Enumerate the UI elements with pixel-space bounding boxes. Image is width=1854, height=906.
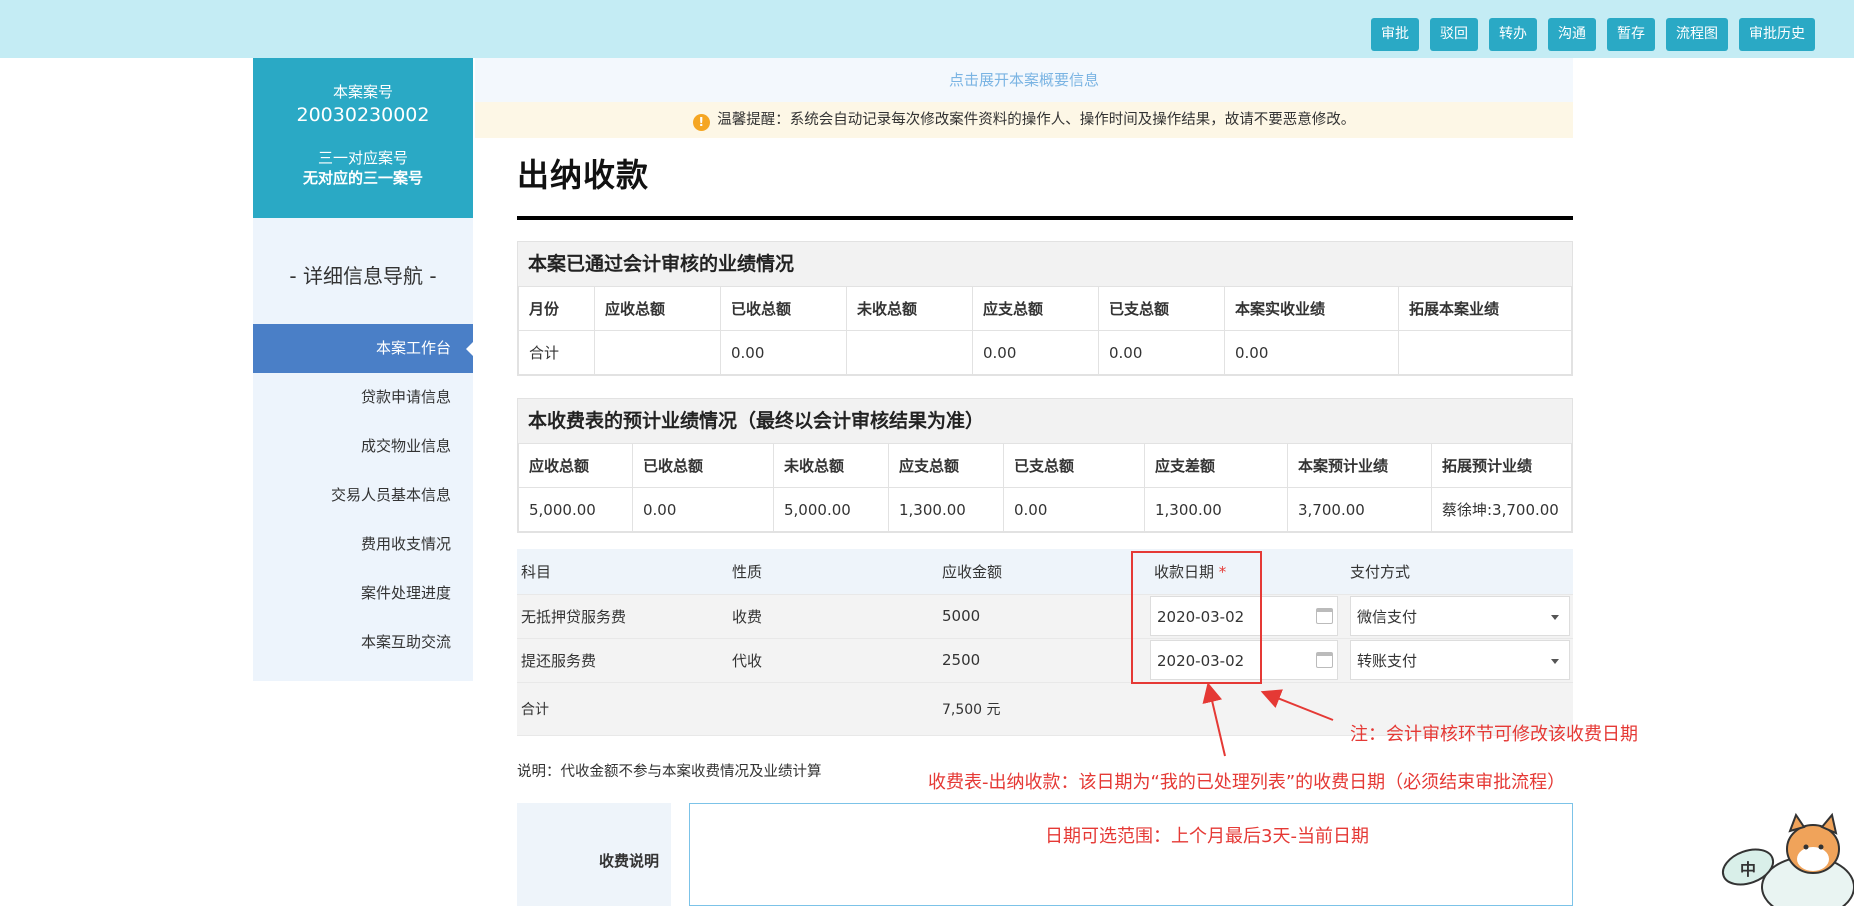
arrow-up [1202, 682, 1226, 757]
fee-description-row: 收费说明 [517, 803, 1573, 906]
fee-description-label: 收费说明 [517, 803, 671, 906]
arrow-left [1260, 689, 1334, 721]
annotation-range: 日期可选范围：上个月最后3天-当前日期 [1045, 826, 1369, 847]
mascot-icon: 中 [1721, 812, 1854, 906]
annotation-audit: 注：会计审核环节可修改该收费日期 [1350, 724, 1638, 745]
annotation-arrows [1202, 682, 1334, 757]
explain-note: 说明：代收金额不参与本案收费情况及业绩计算 [517, 764, 822, 780]
mascot-badge-text: 中 [1740, 860, 1756, 879]
annotation-cashier: 收费表-出纳收款：该日期为“我的已处理列表”的收费日期（必须结束审批流程） [928, 772, 1566, 793]
fee-description-textarea[interactable] [689, 803, 1573, 906]
